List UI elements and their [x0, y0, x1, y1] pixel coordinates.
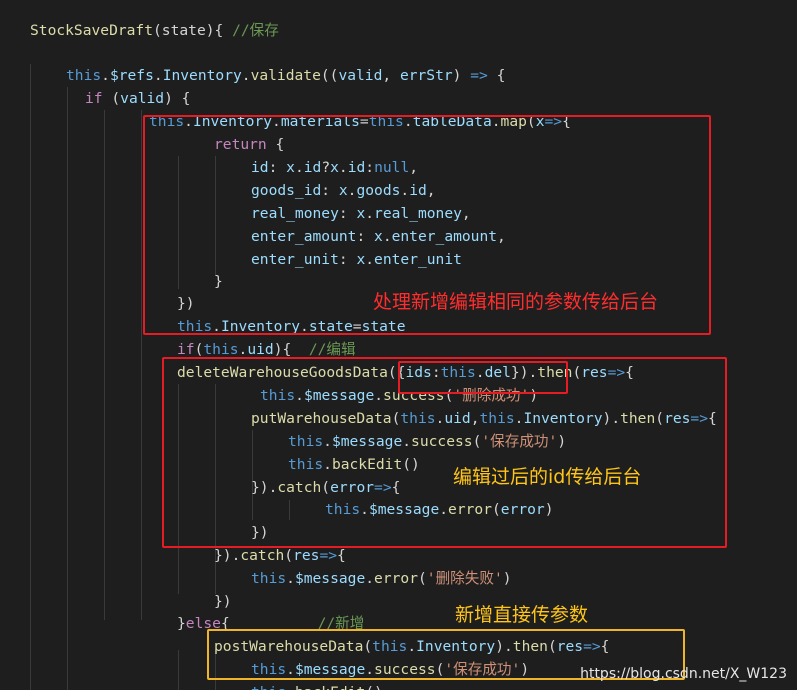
code-token: ( [102, 90, 121, 107]
code-token: ){ [273, 341, 309, 358]
code-line[interactable]: this.backEdit() [251, 681, 383, 690]
code-token: this [203, 341, 239, 358]
code-token: '删除失败' [426, 570, 503, 587]
code-token: StockSaveDraft [30, 22, 154, 39]
code-token: }). [214, 547, 241, 564]
annotation-edit-note: 编辑过后的id传给后台 [453, 466, 642, 488]
code-token: => [319, 547, 338, 564]
code-token: ) [452, 67, 471, 84]
code-editor[interactable]: StockSaveDraft(state){ //保存 this.$refs.I… [0, 0, 797, 690]
code-token: if [177, 341, 195, 358]
code-token: ) [502, 570, 512, 587]
code-token: valid [120, 90, 165, 107]
code-token: error [374, 570, 418, 587]
highlight-box-ids [398, 361, 568, 394]
indent-guide [178, 650, 179, 690]
code-token: //编辑 [308, 341, 356, 358]
indent-guide [30, 64, 31, 690]
code-token: , [382, 67, 400, 84]
code-token: { [337, 547, 346, 564]
code-token: . [101, 67, 110, 84]
code-line[interactable]: StockSaveDraft(state){ //保存 [30, 19, 279, 42]
code-token: . [365, 570, 375, 587]
code-token: backEdit [295, 684, 365, 690]
code-token: () [365, 684, 383, 690]
code-token: $message [294, 570, 366, 587]
code-token: res [293, 547, 320, 564]
code-token: this [251, 684, 286, 690]
code-token: => [470, 67, 488, 84]
code-token: if [85, 90, 103, 107]
code-token: { [487, 67, 506, 84]
code-line[interactable]: if (valid) { [85, 87, 190, 110]
code-token: $refs [109, 67, 154, 84]
code-token: . [241, 67, 251, 84]
code-token: . [286, 684, 295, 690]
code-token: (state){ [153, 22, 233, 39]
code-token: }) [214, 593, 232, 610]
code-token: //保存 [232, 22, 279, 39]
annotation-map-note: 处理新增编辑相同的参数传给后台 [373, 291, 659, 313]
code-token: (( [320, 67, 339, 84]
code-token: . [238, 341, 248, 358]
code-token: } [177, 615, 186, 632]
annotation-add-note: 新增直接传参数 [455, 604, 589, 626]
code-token: Inventory [162, 67, 242, 84]
code-line[interactable]: this.$message.error('删除失败') [251, 567, 512, 590]
code-line[interactable]: }) [214, 590, 232, 613]
code-token: ) { [164, 90, 191, 107]
code-token: . [153, 67, 163, 84]
code-token: ( [417, 570, 427, 587]
code-token: . [286, 570, 295, 587]
code-token: ( [284, 547, 294, 564]
watermark: https://blog.csdn.net/X_W123 [580, 666, 787, 682]
code-line[interactable]: this.$refs.Inventory.validate((valid, er… [66, 64, 505, 87]
code-token: this [66, 67, 102, 84]
indent-guide [104, 110, 105, 620]
code-token: valid [338, 67, 383, 84]
indent-guide [67, 87, 68, 690]
code-token: this [251, 570, 287, 587]
code-token: catch [240, 547, 285, 564]
code-token: errStr [399, 67, 453, 84]
code-token: validate [250, 67, 321, 84]
indent-guide [141, 110, 142, 620]
code-token: uid [247, 341, 274, 358]
